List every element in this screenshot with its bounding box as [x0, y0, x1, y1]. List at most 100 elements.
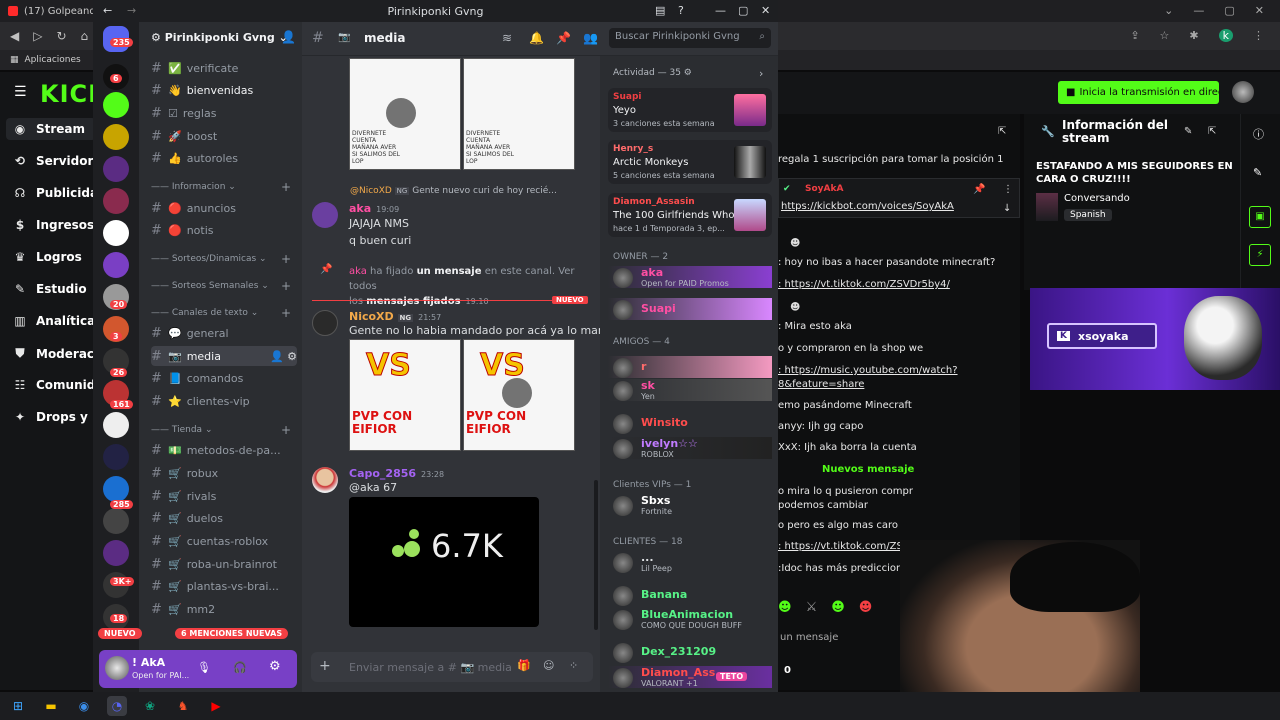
channel-notis[interactable]: # 🔴 notis — [151, 220, 297, 240]
channel-metodos-de-pa[interactable]: # 💵 metodos-de-pa... — [151, 440, 297, 460]
server-icon[interactable] — [103, 508, 129, 534]
video-embed[interactable]: 6.7K — [349, 497, 539, 627]
avatar[interactable] — [613, 610, 633, 630]
maximize-icon[interactable]: ▢ — [738, 4, 748, 17]
server-icon[interactable] — [103, 220, 129, 246]
member-name[interactable]: ivelyn☆☆ — [641, 437, 698, 450]
play-icon[interactable] — [386, 98, 416, 128]
chat-message[interactable]: : https://vt.tiktok.com/ZSVDr5by4/ — [778, 279, 950, 290]
avatar[interactable] — [613, 496, 633, 516]
emote-icon[interactable]: ☻ — [778, 600, 792, 620]
channel-clientes-vip[interactable]: # ⭐ clientes-vip — [151, 391, 297, 411]
avatar[interactable] — [613, 439, 633, 459]
server-icon[interactable] — [103, 252, 129, 278]
member-name[interactable]: Suapi — [641, 302, 676, 315]
avatar[interactable] — [613, 414, 633, 434]
reload-icon[interactable]: ↻ — [56, 29, 66, 43]
member-name[interactable]: BlueAnimacion — [641, 608, 733, 621]
youtube-icon[interactable]: ▶ — [206, 696, 226, 716]
avatar[interactable] — [613, 358, 633, 378]
member-name[interactable]: aka — [641, 266, 663, 279]
server-icon[interactable] — [103, 540, 129, 566]
kick-nav-servidor[interactable]: ⟲ Servidor y — [14, 154, 105, 168]
kick-nav-analíticas[interactable]: ▥ Analíticas — [14, 314, 102, 328]
maximize-icon[interactable]: ▢ — [1224, 4, 1234, 17]
chat-message[interactable]: : https://vt.tiktok.com/ZSVI — [778, 541, 913, 552]
members-icon[interactable]: 👥 — [583, 31, 598, 45]
profile-icon[interactable]: k — [1218, 29, 1233, 42]
server-icon[interactable] — [103, 476, 129, 502]
category-tienda[interactable]: —— Tienda ⌄ — [151, 425, 212, 435]
extension-icon[interactable]: ✱ — [1189, 29, 1198, 42]
forward-icon[interactable]: ▷ — [33, 29, 42, 43]
scrollbar[interactable] — [594, 480, 598, 630]
microphone-icon[interactable]: 🎙 — [197, 661, 211, 674]
channel-media[interactable]: # 📷 media 👤 ⚙ — [151, 346, 297, 366]
emote-icon[interactable]: ☻ — [831, 600, 845, 620]
threads-icon[interactable]: ≋ — [502, 31, 512, 45]
pin-icon[interactable]: 📌 — [556, 31, 571, 45]
channel-boost[interactable]: # 🚀 boost — [151, 126, 297, 146]
minimize-icon[interactable]: — — [1193, 4, 1204, 17]
avatar[interactable] — [613, 300, 633, 320]
category-name[interactable]: Conversando — [1064, 193, 1130, 204]
message-author[interactable]: aka 19:09 — [349, 202, 399, 215]
chat-message[interactable]: 8&feature=share — [778, 379, 864, 390]
add-channel-icon[interactable]: + — [281, 252, 291, 266]
kick-nav-estudio[interactable]: ✎ Estudio — [14, 282, 87, 296]
chatgpt-icon[interactable]: ❀ — [140, 696, 160, 716]
category-informacion[interactable]: —— Informacion ⌄ — [151, 182, 236, 192]
back-icon[interactable]: ◀ — [10, 29, 19, 43]
member-name[interactable]: Winsito — [641, 416, 688, 429]
channel-duelos[interactable]: # 🛒 duelos — [151, 508, 297, 528]
add-channel-icon[interactable]: + — [281, 306, 291, 320]
kick-nav-logros[interactable]: ♛ Logros — [14, 250, 82, 264]
close-icon[interactable]: ✕ — [1255, 4, 1264, 17]
message-author[interactable]: NicoXD NG 21:57 — [349, 310, 441, 323]
close-icon[interactable]: ✕ — [761, 4, 770, 17]
avatar[interactable] — [613, 268, 633, 288]
info-icon[interactable]: ⓘ — [1253, 126, 1264, 142]
emote-icon[interactable]: ☻ — [859, 600, 873, 620]
category-sorteos-semanales[interactable]: —— Sorteos Semanales ⌄ — [151, 281, 269, 291]
search-input[interactable]: Buscar Pirinkiponki Gvng ⌕ — [609, 28, 771, 48]
avatar[interactable] — [613, 586, 633, 606]
back-icon[interactable]: ← — [103, 4, 112, 17]
windows-icon[interactable]: ⊞ — [8, 696, 28, 716]
hamburger-icon[interactable]: ☰ — [14, 84, 27, 100]
pinned-user[interactable]: SoyAkA — [805, 184, 843, 194]
folder-icon[interactable]: ▬ — [41, 696, 61, 716]
chat-message[interactable]: : https://music.youtube.com/watch? — [778, 365, 958, 376]
chrome-icon[interactable]: ◉ — [74, 696, 94, 716]
category-canales-de-texto[interactable]: —— Canales de texto ⌄ — [151, 308, 258, 318]
category-thumbnail[interactable] — [1036, 193, 1058, 221]
server-icon[interactable] — [103, 156, 129, 182]
mentions-pill[interactable]: 6 MENCIONES NUEVAS — [175, 628, 289, 639]
edit-icon[interactable]: ✎ — [1184, 126, 1192, 137]
go-live-button[interactable]: ■ Inicia la transmisión en directo — [1058, 81, 1219, 104]
inbox-icon[interactable]: ▤ — [655, 4, 665, 17]
play-icon[interactable] — [502, 378, 532, 408]
server-icon[interactable] — [103, 444, 129, 470]
gift-icon[interactable]: 🎁 — [517, 659, 531, 672]
pin-user[interactable]: aka — [349, 266, 367, 277]
add-attachment-icon[interactable]: + — [319, 658, 331, 674]
chat-input[interactable]: un mensaje — [780, 632, 838, 643]
avatar[interactable] — [312, 202, 338, 228]
share-icon[interactable]: ⇪ — [1130, 29, 1139, 42]
brave-icon[interactable]: ♞ — [173, 696, 193, 716]
channel-verificate[interactable]: # ✅ verificate — [151, 58, 297, 78]
server-icon[interactable] — [103, 124, 129, 150]
expand-down-icon[interactable]: ↓ — [1003, 203, 1011, 214]
new-pill[interactable]: NUEVO — [98, 628, 142, 639]
pin-link[interactable]: un mensaje — [417, 266, 482, 277]
headphones-icon[interactable]: 🎧 — [233, 661, 247, 674]
member-name[interactable]: ... — [641, 551, 654, 564]
pinned-link[interactable]: mensajes fijados — [366, 296, 460, 307]
channel-plantas-vs-brai[interactable]: # 🛒 plantas-vs-brai... — [151, 576, 297, 596]
member-name[interactable]: Sbxs — [641, 494, 670, 507]
category-sorteos-dinamicas[interactable]: —— Sorteos/Dinamicas ⌄ — [151, 254, 267, 264]
channel-comandos[interactable]: # 📘 comandos — [151, 368, 297, 388]
emoji-icon[interactable]: ☺ — [543, 659, 554, 672]
channel-roba-un-brainrot[interactable]: # 🛒 roba-un-brainrot — [151, 554, 297, 574]
